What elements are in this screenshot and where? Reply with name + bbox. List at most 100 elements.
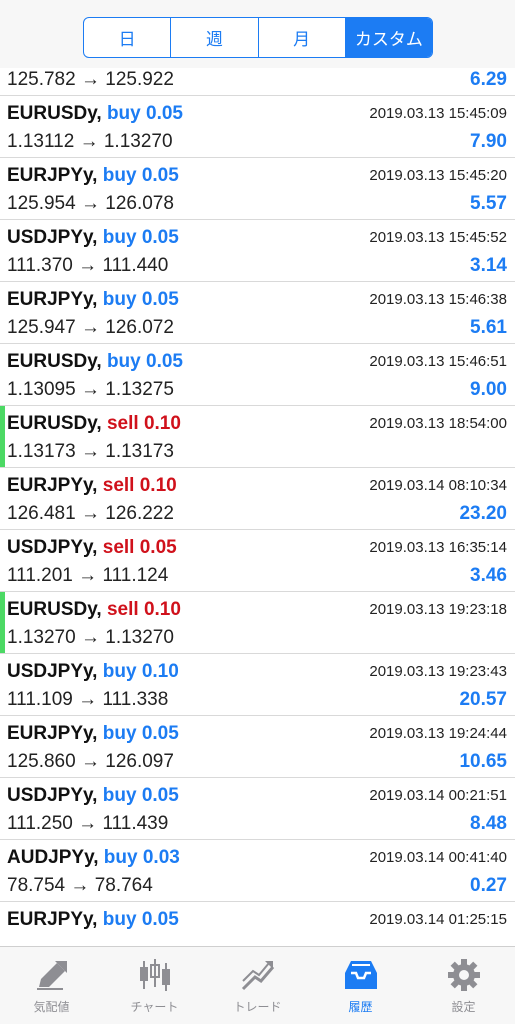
trade-side: buy [106,351,141,372]
trade-title: EURUSDy, buy 0.05 [7,103,183,125]
trade-row[interactable]: EURJPYy, sell 0.10 2019.03.14 08:10:34 126… [0,468,515,530]
trade-symbol: EURJPYy, [7,165,98,186]
open-price: 1.13270 [7,627,76,648]
trade-prices: 78.754 → 78.764 [7,875,153,897]
trade-title: USDJPYy, buy 0.05 [7,785,179,807]
arrow-icon: → [79,131,99,152]
trade-symbol: USDJPYy, [7,661,98,682]
segment-day[interactable]: 日 [84,18,172,57]
trade-symbol: EURJPYy, [7,289,98,310]
trade-row[interactable]: EURJPYy, buy 0.05 2019.03.13 15:46:38 125.… [0,282,515,344]
trade-time: 2019.03.14 01:25:15 [369,911,507,928]
segment-week[interactable]: 週 [171,18,259,57]
trade-side: buy [102,289,137,310]
history-list[interactable]: EURJPYy, buy 0.052019.03.13 15:30:28125.… [0,50,515,946]
history-rows: EURJPYy, buy 0.052019.03.13 15:30:28125.… [0,50,515,946]
trade-row[interactable]: USDJPYy, sell 0.05 2019.03.13 16:35:14 111… [0,530,515,592]
trade-prices: 125.860 → 126.097 [7,751,174,773]
trade-prices: 125.782 → 125.922 [7,69,174,91]
trade-symbol: EURUSDy, [7,599,102,620]
trade-title: EURUSDy, sell 0.10 [7,599,181,621]
trade-row[interactable]: USDJPYy, buy 0.05 2019.03.13 15:45:52 111.… [0,220,515,282]
arrow-icon: → [80,503,100,524]
trade-lots: 0.10 [141,661,179,682]
trade-side: buy [106,103,141,124]
tab-chart[interactable]: チャート [103,947,206,1024]
trade-prices: 126.481 → 126.222 [7,503,174,525]
trade-title: USDJPYy, buy 0.10 [7,661,179,683]
trade-side: buy [102,165,137,186]
close-price: 111.124 [102,565,169,586]
trade-profit: 23.20 [459,503,507,524]
trade-row[interactable]: USDJPYy, buy 0.10 2019.03.13 19:23:43 111.… [0,654,515,716]
trade-side: buy [102,723,137,744]
close-price: 126.078 [105,193,174,214]
close-price: 111.338 [102,689,169,710]
trade-row[interactable]: EURUSDy, buy 0.05 2019.03.13 15:46:51 1.13… [0,344,515,406]
trade-lots: 0.05 [141,723,179,744]
trade-prices: 111.201 → 111.124 [7,565,168,587]
trade-row[interactable]: USDJPYy, buy 0.05 2019.03.14 00:21:51 111.… [0,778,515,840]
trade-symbol: AUDJPYy, [7,847,99,868]
trade-row[interactable]: EURUSDy, buy 0.05 2019.03.13 15:45:09 1.13… [0,96,515,158]
trade-prices: 1.13095 → 1.13275 [7,379,174,401]
trade-row[interactable]: AUDJPYy, buy 0.03 2019.03.14 00:41:40 78.7… [0,840,515,902]
trade-title: EURJPYy, buy 0.05 [7,289,179,311]
arrow-icon: → [80,193,100,214]
trade-title: EURJPYy, buy 0.05 [7,909,179,931]
close-price: 126.097 [105,751,174,772]
close-price: 78.764 [94,875,153,896]
trade-prices: 111.250 → 111.439 [7,813,168,835]
arrow-icon: → [80,379,100,400]
trade-title: USDJPYy, sell 0.05 [7,537,177,559]
trade-profit: 0.27 [470,875,507,896]
arrow-icon: → [78,565,98,586]
trade-time: 2019.03.13 19:23:18 [369,601,507,618]
trade-row[interactable]: EURUSDy, sell 0.10 2019.03.13 19:23:18 1.1… [0,592,515,654]
trade-row[interactable]: EURJPYy, buy 0.05 2019.03.14 01:25:15 [0,902,515,946]
trade-lots: 0.03 [142,847,180,868]
trade-symbol: EURUSDy, [7,351,102,372]
trade-side: buy [102,785,137,806]
arrow-icon: → [70,875,90,896]
trade-symbol: USDJPYy, [7,227,98,248]
tab-trade[interactable]: トレード [206,947,309,1024]
trade-row[interactable]: EURJPYy, buy 0.05 2019.03.13 19:24:44 125.… [0,716,515,778]
close-price: 126.222 [105,503,174,524]
tab-settings-label: 設定 [451,1000,476,1014]
trade-profit: 20.57 [459,689,507,710]
trade-side: sell [106,413,139,434]
trade-row[interactable]: EURJPYy, buy 0.05 2019.03.13 15:45:20 125.… [0,158,515,220]
trade-row-marker [0,592,5,653]
trade-prices: 1.13173 → 1.13173 [7,441,174,463]
open-price: 111.109 [7,689,73,710]
settings-icon [447,959,480,991]
tab-quotes[interactable]: 気配値 [0,947,103,1024]
trade-prices: 1.13112 → 1.13270 [7,131,173,153]
trade-lots: 0.10 [143,413,181,434]
close-price: 1.13270 [105,627,174,648]
trade-profit: 5.61 [470,317,507,338]
trade-profit: 7.90 [470,131,507,152]
trade-time: 2019.03.14 08:10:34 [369,477,507,494]
segment-month[interactable]: 月 [259,18,346,57]
trade-title: EURUSDy, sell 0.10 [7,413,181,435]
trade-profit: 5.57 [470,193,507,214]
tab-quotes-label: 気配値 [33,1000,70,1014]
trade-prices: 111.109 → 111.338 [7,689,168,711]
trade-row[interactable]: EURUSDy, sell 0.10 2019.03.13 18:54:00 1.1… [0,406,515,468]
trade-symbol: EURUSDy, [7,413,102,434]
close-price: 125.922 [105,69,174,90]
trade-title: USDJPYy, buy 0.05 [7,227,179,249]
arrow-icon: → [78,813,98,834]
trade-time: 2019.03.13 15:45:09 [369,105,507,122]
tab-settings[interactable]: 設定 [412,947,515,1024]
tab-history[interactable]: 履歴 [309,947,412,1024]
trade-lots: 0.05 [146,103,183,124]
trade-lots: 0.05 [141,785,179,806]
segment-custom[interactable]: カスタム [345,18,432,57]
trade-side: buy [103,847,138,868]
arrow-icon: → [80,317,100,338]
tab-chart-label: チャート [130,1000,179,1014]
tab-bar: 気配値 チャート トレード 履歴 設定 [0,946,515,1024]
